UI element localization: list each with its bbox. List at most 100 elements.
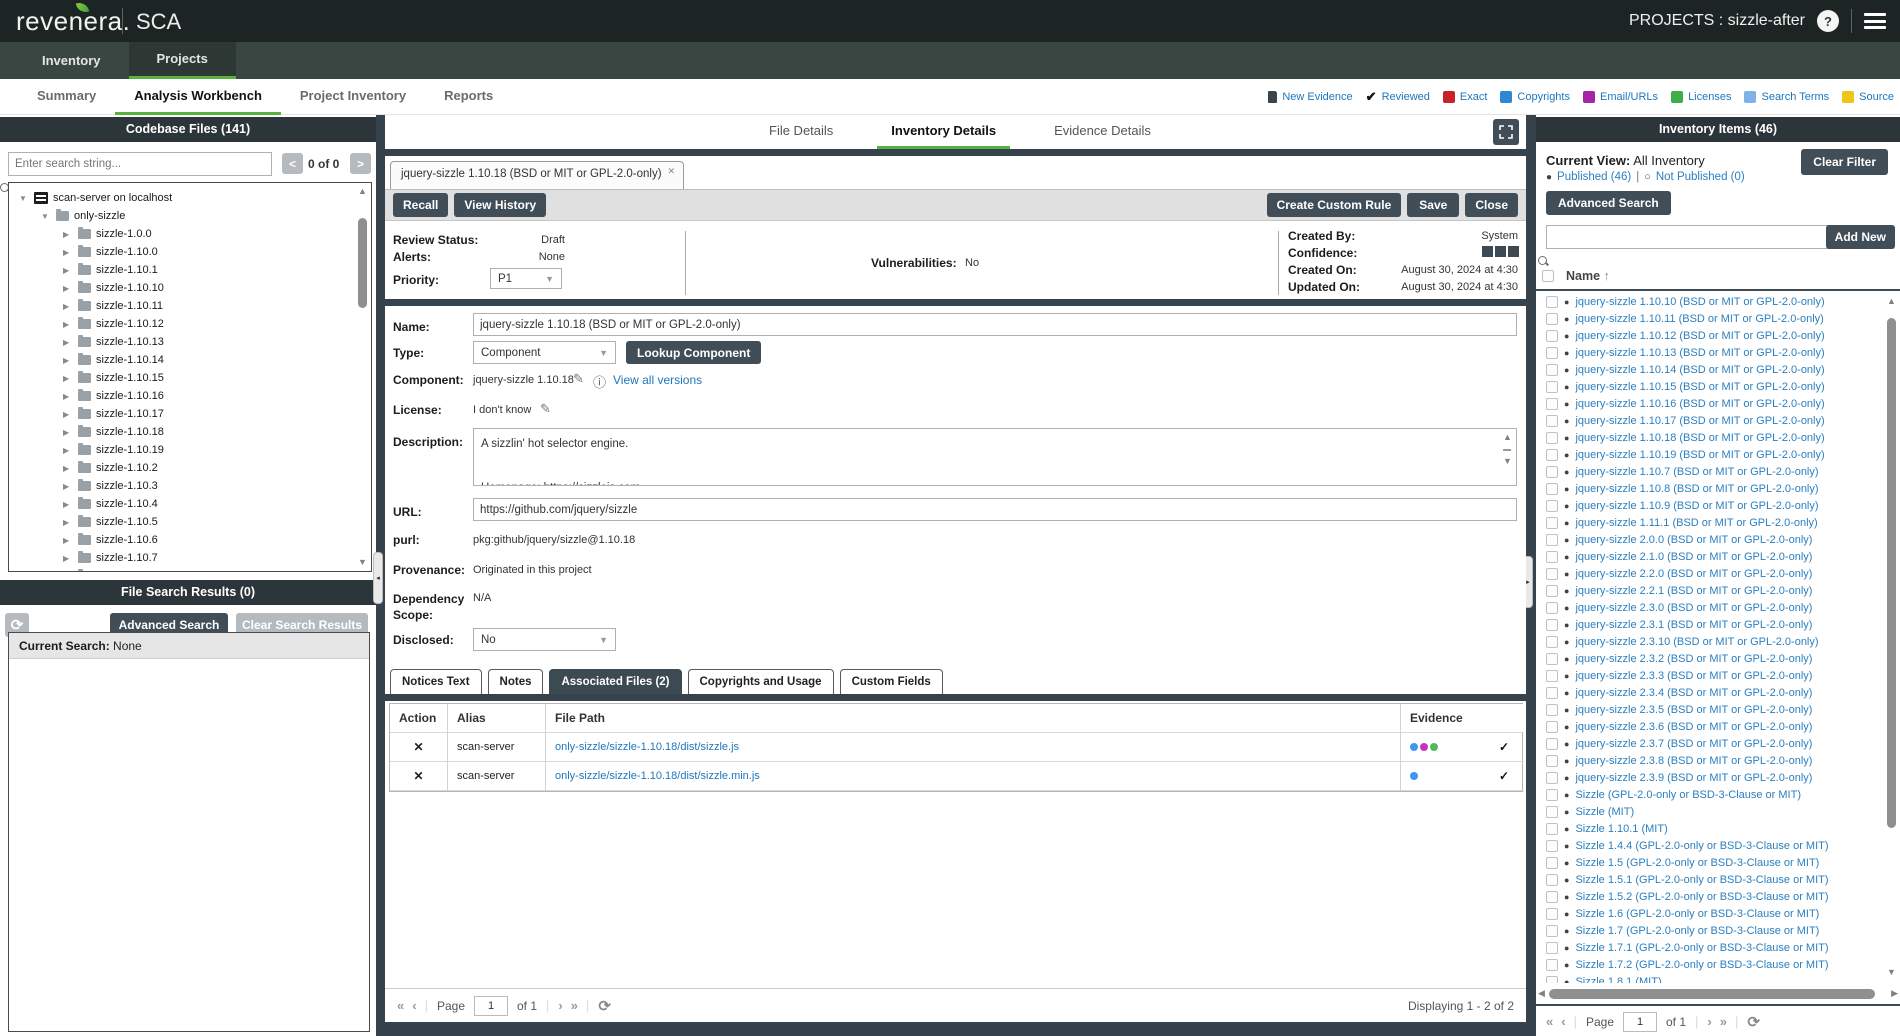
tab-associated-files[interactable]: Associated Files (2) <box>549 669 681 694</box>
inventory-item[interactable]: ● jquery-sizzle 1.10.19 (BSD or MIT or G… <box>1536 446 1884 463</box>
caret-right-icon[interactable]: ▶ <box>63 374 73 383</box>
tree-folder[interactable]: ▶ sizzle-1.10.12 <box>19 315 371 333</box>
tree-root[interactable]: ▼ scan-server on localhost <box>19 189 371 207</box>
scrollbar-thumb[interactable] <box>358 218 367 308</box>
expand-panel-button[interactable] <box>1493 119 1519 145</box>
item-checkbox[interactable] <box>1546 602 1558 614</box>
item-checkbox[interactable] <box>1546 908 1558 920</box>
caret-right-icon[interactable]: ▶ <box>63 392 73 401</box>
scroll-down-icon[interactable]: ▼ <box>1503 457 1512 466</box>
first-page-icon[interactable]: « <box>1546 1014 1552 1029</box>
name-input[interactable] <box>473 313 1517 336</box>
caret-right-icon[interactable]: ▶ <box>63 230 73 239</box>
select-all-checkbox[interactable] <box>1542 270 1554 282</box>
inventory-item[interactable]: ● Sizzle (GPL-2.0-only or BSD-3-Clause o… <box>1536 786 1884 803</box>
scroll-up-icon[interactable]: ▲ <box>358 187 367 196</box>
inventory-item[interactable]: ● jquery-sizzle 2.3.4 (BSD or MIT or GPL… <box>1536 684 1884 701</box>
inventory-item[interactable]: ● jquery-sizzle 1.11.1 (BSD or MIT or GP… <box>1536 514 1884 531</box>
item-checkbox[interactable] <box>1546 653 1558 665</box>
scroll-right-icon[interactable]: ▶ <box>1891 989 1898 998</box>
item-checkbox[interactable] <box>1546 534 1558 546</box>
inventory-item[interactable]: ● jquery-sizzle 1.10.7 (BSD or MIT or GP… <box>1536 463 1884 480</box>
tree-folder[interactable]: ▶ sizzle-1.10.7 <box>19 549 371 567</box>
inventory-item[interactable]: ● jquery-sizzle 1.10.9 (BSD or MIT or GP… <box>1536 497 1884 514</box>
tree-folder[interactable]: ▶ sizzle-1.10.1 <box>19 261 371 279</box>
inventory-item[interactable]: ● Sizzle 1.7.2 (GPL-2.0-only or BSD-3-Cl… <box>1536 956 1884 973</box>
tree-scrollbar[interactable]: ▲ ▼ <box>356 187 369 569</box>
caret-right-icon[interactable]: ▶ <box>63 554 73 563</box>
col-alias[interactable]: Alias <box>448 704 546 733</box>
tab-inventory[interactable]: Inventory <box>14 42 129 79</box>
item-checkbox[interactable] <box>1546 891 1558 903</box>
caret-right-icon[interactable]: ▶ <box>63 302 73 311</box>
page-input[interactable] <box>1623 1012 1657 1032</box>
scroll-up-icon[interactable]: ▲ <box>1887 297 1896 306</box>
edit-component-icon[interactable]: ✎ <box>573 371 584 387</box>
tree-folder[interactable]: ▶ sizzle-1.10.6 <box>19 531 371 549</box>
caret-right-icon[interactable]: ▶ <box>63 266 73 275</box>
caret-right-icon[interactable]: ▶ <box>63 500 73 509</box>
inventory-advanced-search-button[interactable]: Advanced Search <box>1546 191 1671 215</box>
caret-right-icon[interactable]: ▶ <box>63 572 73 573</box>
not-published-radio-icon[interactable]: ○ <box>1644 171 1651 183</box>
priority-select[interactable]: P1▼ <box>490 268 562 289</box>
item-checkbox[interactable] <box>1546 364 1558 376</box>
item-checkbox[interactable] <box>1546 313 1558 325</box>
item-checkbox[interactable] <box>1546 568 1558 580</box>
name-column-header[interactable]: Name ↑ <box>1566 269 1610 283</box>
inventory-item[interactable]: ● jquery-sizzle 2.3.3 (BSD or MIT or GPL… <box>1536 667 1884 684</box>
inventory-item[interactable]: ● jquery-sizzle 2.3.8 (BSD or MIT or GPL… <box>1536 752 1884 769</box>
item-checkbox[interactable] <box>1546 755 1558 767</box>
not-published-filter-link[interactable]: Not Published (0) <box>1656 171 1745 183</box>
inventory-item[interactable]: ● Sizzle 1.5 (GPL-2.0-only or BSD-3-Clau… <box>1536 854 1884 871</box>
tree-folder[interactable]: ▶ sizzle-1.10.3 <box>19 477 371 495</box>
caret-right-icon[interactable]: ▶ <box>63 482 73 491</box>
inventory-item[interactable]: ● Sizzle 1.10.1 (MIT) <box>1536 820 1884 837</box>
inventory-item[interactable]: ● jquery-sizzle 2.0.0 (BSD or MIT or GPL… <box>1536 531 1884 548</box>
inventory-item[interactable]: ● Sizzle (MIT) <box>1536 803 1884 820</box>
caret-right-icon[interactable]: ▶ <box>63 536 73 545</box>
item-checkbox[interactable] <box>1546 840 1558 852</box>
inventory-item[interactable]: ● jquery-sizzle 2.3.1 (BSD or MIT or GPL… <box>1536 616 1884 633</box>
tab-inventory-details[interactable]: Inventory Details <box>877 115 1010 149</box>
caret-right-icon[interactable]: ▶ <box>63 410 73 419</box>
item-checkbox[interactable] <box>1546 636 1558 648</box>
prev-page-icon[interactable]: ‹ <box>412 998 415 1013</box>
inventory-item[interactable]: ● jquery-sizzle 1.10.14 (BSD or MIT or G… <box>1536 361 1884 378</box>
inventory-item[interactable]: ● Sizzle 1.4.4 (GPL-2.0-only or BSD-3-Cl… <box>1536 837 1884 854</box>
item-checkbox[interactable] <box>1546 415 1558 427</box>
tree-folder[interactable]: ▶ sizzle-1.10.10 <box>19 279 371 297</box>
col-action[interactable]: Action <box>390 704 448 733</box>
caret-down-icon[interactable]: ▼ <box>19 194 29 203</box>
item-checkbox[interactable] <box>1546 432 1558 444</box>
inventory-item[interactable]: ● jquery-sizzle 1.10.16 (BSD or MIT or G… <box>1536 395 1884 412</box>
last-page-icon[interactable]: » <box>1720 1014 1726 1029</box>
tree-folder[interactable]: ▶ sizzle-1.10.4 <box>19 495 371 513</box>
add-new-button[interactable]: Add New <box>1826 225 1895 249</box>
create-custom-rule-button[interactable]: Create Custom Rule <box>1267 193 1402 217</box>
item-checkbox[interactable] <box>1546 619 1558 631</box>
menu-icon[interactable] <box>1864 13 1886 29</box>
tree-parent-folder[interactable]: ▼ only-sizzle <box>19 207 371 225</box>
inventory-item[interactable]: ● jquery-sizzle 2.3.10 (BSD or MIT or GP… <box>1536 633 1884 650</box>
item-checkbox[interactable] <box>1546 449 1558 461</box>
tab-project-inventory[interactable]: Project Inventory <box>281 79 425 115</box>
tree-folder[interactable]: ▶ sizzle-1.10.16 <box>19 387 371 405</box>
tree-folder[interactable]: ▶ sizzle-1.10.17 <box>19 405 371 423</box>
inventory-item[interactable]: ● Sizzle 1.5.1 (GPL-2.0-only or BSD-3-Cl… <box>1536 871 1884 888</box>
caret-right-icon[interactable]: ▶ <box>63 338 73 347</box>
item-checkbox[interactable] <box>1546 296 1558 308</box>
inventory-item[interactable]: ● Sizzle 1.6 (GPL-2.0-only or BSD-3-Clau… <box>1536 905 1884 922</box>
item-checkbox[interactable] <box>1546 857 1558 869</box>
refresh-icon[interactable]: ⟳ <box>1747 1013 1760 1031</box>
item-checkbox[interactable] <box>1546 721 1558 733</box>
col-evidence[interactable]: Evidence <box>1401 704 1524 733</box>
inventory-item[interactable]: ● jquery-sizzle 2.3.5 (BSD or MIT or GPL… <box>1536 701 1884 718</box>
inventory-item[interactable]: ● jquery-sizzle 2.2.0 (BSD or MIT or GPL… <box>1536 565 1884 582</box>
info-icon[interactable]: ⓘ <box>593 372 606 391</box>
inventory-item[interactable]: ● jquery-sizzle 2.3.7 (BSD or MIT or GPL… <box>1536 735 1884 752</box>
tab-custom-fields[interactable]: Custom Fields <box>840 669 943 694</box>
clear-filter-button[interactable]: Clear Filter <box>1801 149 1888 175</box>
tab-projects[interactable]: Projects <box>129 42 236 79</box>
item-checkbox[interactable] <box>1546 959 1558 971</box>
